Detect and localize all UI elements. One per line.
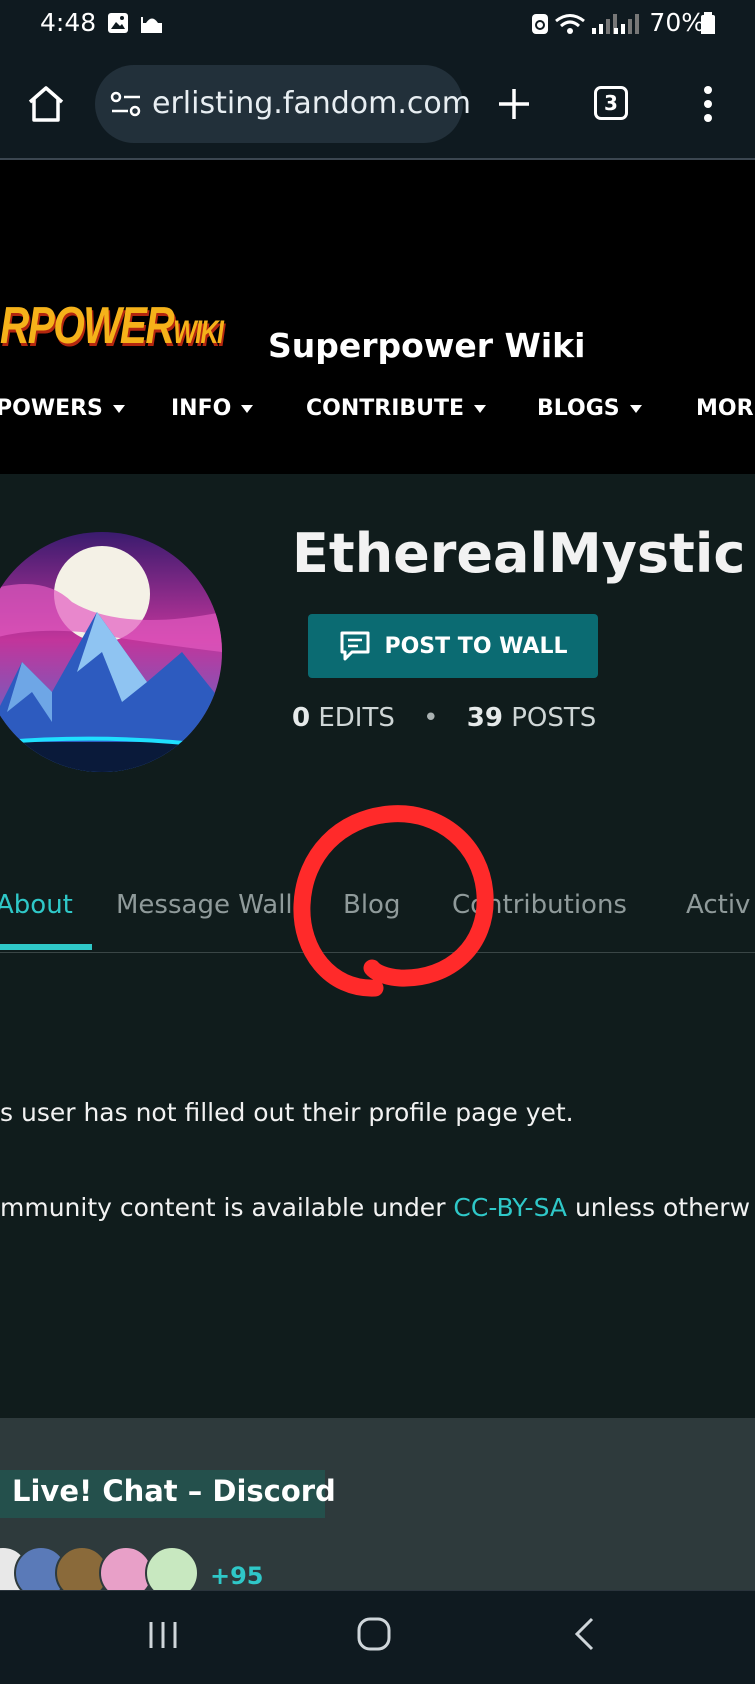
nav-more[interactable]: MORE (696, 396, 755, 421)
speech-bubble-icon (340, 631, 370, 661)
empty-profile-message: s user has not filled out their profile … (0, 1098, 574, 1127)
recent-apps-icon[interactable] (146, 1618, 180, 1652)
signal-icon-2 (614, 14, 639, 34)
battery-percent: 70% (649, 8, 705, 37)
tab-switcher-button[interactable]: 3 (594, 86, 628, 120)
site-settings-icon[interactable] (110, 90, 142, 118)
home-nav-icon[interactable] (356, 1616, 392, 1652)
avatar (0, 532, 222, 772)
chevron-down-icon (474, 405, 487, 413)
menu-icon[interactable] (698, 84, 718, 124)
annotation-circle (293, 805, 494, 997)
mosque-icon (141, 17, 162, 33)
chevron-down-icon (112, 405, 125, 413)
nav-info[interactable]: INFO (171, 396, 254, 421)
nav-blogs[interactable]: BLOGS (537, 396, 642, 421)
back-icon[interactable] (572, 1616, 598, 1652)
discord-more-count[interactable]: +95 (210, 1562, 264, 1590)
new-tab-icon[interactable] (496, 86, 532, 122)
tab-activity[interactable]: Activ (686, 890, 750, 920)
tab-count: 3 (604, 91, 618, 115)
wifi-icon (555, 14, 585, 34)
active-tab-indicator (0, 944, 92, 950)
license-link[interactable]: CC-BY-SA (453, 1193, 567, 1222)
url-text[interactable]: erlisting.fandom.com (152, 86, 472, 121)
status-time: 4:48 (40, 8, 97, 37)
battery-icon (701, 12, 715, 34)
chevron-down-icon (241, 405, 254, 413)
tab-message-wall[interactable]: Message Wall (116, 890, 293, 920)
home-icon[interactable] (26, 84, 66, 124)
license-text: mmunity content is available under CC-BY… (0, 1193, 751, 1222)
nav-powers[interactable]: POWERS (0, 396, 125, 421)
recycle-icon (532, 14, 548, 34)
nav-contribute[interactable]: CONTRIBUTE (306, 396, 487, 421)
wiki-logo[interactable]: RPOWERWIKI (0, 296, 224, 356)
chevron-down-icon (629, 405, 642, 413)
post-to-wall-label: POST TO WALL (384, 633, 568, 659)
profile-username: EtherealMystic (292, 522, 746, 585)
profile-stats: 0 EDITS • 39 POSTS (292, 703, 597, 733)
post-to-wall-button[interactable]: POST TO WALL (308, 614, 598, 678)
wiki-title[interactable]: Superpower Wiki (268, 326, 585, 365)
discord-title[interactable]: Live! Chat – Discord (12, 1474, 336, 1508)
tab-about[interactable]: About (0, 890, 73, 920)
gallery-icon (108, 13, 128, 33)
